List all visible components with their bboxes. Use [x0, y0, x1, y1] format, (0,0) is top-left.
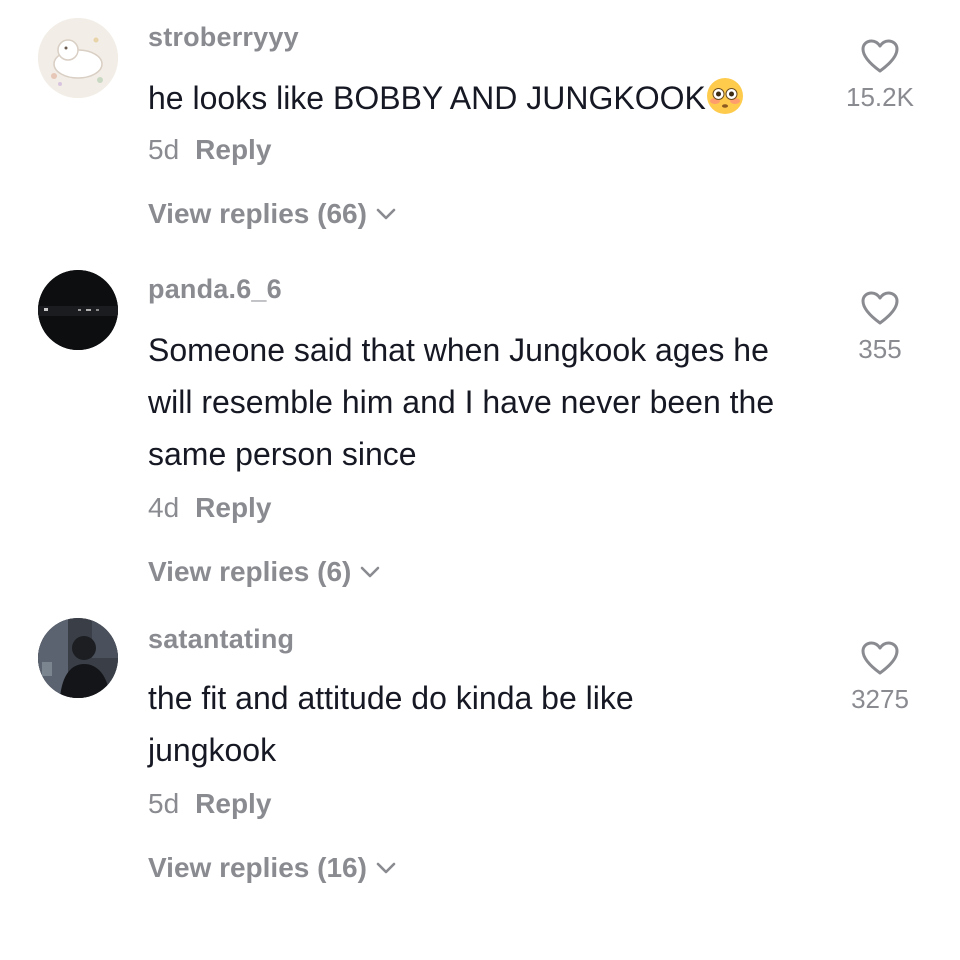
comment-timestamp: 5d [148, 788, 180, 819]
avatar[interactable] [38, 18, 118, 98]
comment-timestamp: 4d [148, 492, 180, 523]
view-replies-button[interactable]: View replies (6) [148, 556, 383, 588]
comment-text: he looks like BOBBY AND JUNGKOOK [148, 72, 828, 124]
avatar-image [38, 270, 118, 350]
chevron-down-icon [376, 862, 396, 874]
view-replies-button[interactable]: View replies (16) [148, 852, 399, 884]
avatar[interactable] [38, 618, 118, 698]
view-replies-label: View replies (16) [148, 852, 367, 883]
comment-item: satantating the fit and attitude do kind… [0, 610, 960, 910]
reply-button[interactable]: Reply [195, 134, 271, 165]
comment-meta: 5d Reply [148, 134, 271, 166]
view-replies-label: View replies (66) [148, 198, 367, 229]
comment-item: stroberryyy he looks like BOBBY AND JUNG… [0, 0, 960, 250]
heart-outline-icon [861, 641, 899, 675]
comment-username[interactable]: satantating [148, 624, 294, 655]
avatar-image [38, 18, 118, 98]
reply-button[interactable]: Reply [195, 788, 271, 819]
comment-username[interactable]: stroberryyy [148, 22, 299, 53]
chevron-down-icon [361, 566, 380, 578]
like-count: 15.2K [846, 82, 914, 112]
heart-outline-icon [861, 291, 899, 325]
like-count: 355 [858, 334, 902, 364]
like-button[interactable]: 15.2K [820, 38, 940, 113]
avatar[interactable] [38, 270, 118, 350]
flushed-face-emoji [706, 77, 744, 115]
heart-outline-icon [861, 39, 899, 73]
reply-button[interactable]: Reply [195, 492, 271, 523]
comment-username[interactable]: panda.6_6 [148, 274, 282, 305]
comment-text-body: he looks like BOBBY AND JUNGKOOK [148, 80, 706, 116]
comment-meta: 4d Reply [148, 492, 271, 524]
comment-item: panda.6_6 Someone said that when Jungkoo… [0, 260, 960, 600]
comment-text: Someone said that when Jungkook ages he … [148, 332, 775, 472]
chevron-down-icon [376, 208, 396, 220]
like-count: 3275 [851, 684, 909, 714]
view-replies-label: View replies (6) [148, 556, 352, 587]
comment-text: the fit and attitude do kinda be like ju… [148, 680, 634, 768]
like-button[interactable]: 355 [820, 290, 940, 365]
avatar-image [38, 618, 118, 698]
like-button[interactable]: 3275 [820, 640, 940, 715]
comment-timestamp: 5d [148, 134, 180, 165]
comment-meta: 5d Reply [148, 788, 271, 820]
view-replies-button[interactable]: View replies (66) [148, 198, 399, 230]
